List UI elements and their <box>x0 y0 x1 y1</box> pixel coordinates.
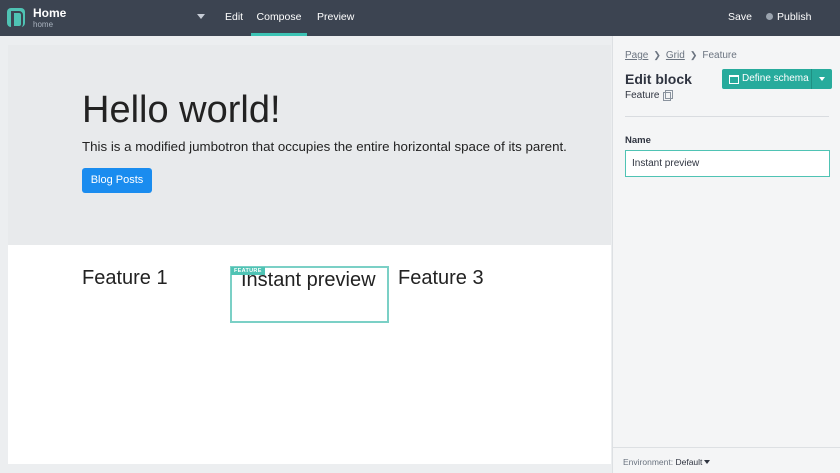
publish-label: Publish <box>777 11 812 23</box>
breadcrumb-page[interactable]: Page <box>625 50 648 61</box>
publish-button[interactable]: Publish <box>766 0 811 36</box>
page-canvas: Hello world! This is a modified jumbotro… <box>8 45 611 464</box>
define-schema-button[interactable]: Define schema <box>722 69 832 89</box>
breadcrumb: Page ❯ Grid ❯ Feature <box>625 50 737 61</box>
edit-panel: Page ❯ Grid ❯ Feature Edit block Feature Def… <box>612 36 840 473</box>
tab-preview[interactable]: Preview <box>317 0 354 36</box>
chevron-down-icon[interactable] <box>811 69 832 89</box>
hero-title[interactable]: Hello world! <box>82 89 281 132</box>
app-title: Home <box>33 6 67 20</box>
panel-footer: Environment: Default <box>613 447 840 473</box>
breadcrumb-grid[interactable]: Grid <box>666 50 685 61</box>
block-type: Feature <box>625 90 674 101</box>
top-bar: Home home Edit Compose Preview Save Publ… <box>0 0 840 36</box>
environment-label: Environment: <box>623 457 674 467</box>
name-field-label: Name <box>625 135 651 146</box>
feature-badge: FEATURE <box>231 267 265 275</box>
breadcrumb-feature: Feature <box>702 50 737 61</box>
caret-down-icon[interactable] <box>704 460 711 464</box>
chevron-right-icon: ❯ <box>689 50 698 60</box>
divider <box>625 116 829 117</box>
feature-block-3[interactable]: Feature 3 <box>398 267 484 290</box>
block-type-label: Feature <box>625 90 660 101</box>
panel-title: Edit block <box>625 71 692 87</box>
tab-edit[interactable]: Edit <box>225 0 243 36</box>
chevron-right-icon: ❯ <box>653 50 661 60</box>
app-subtitle: home <box>33 20 54 29</box>
define-schema-label: Define schema <box>742 73 809 84</box>
define-schema-main[interactable]: Define schema <box>722 69 811 89</box>
blog-posts-button[interactable]: Blog Posts <box>82 168 152 193</box>
feature-block-1[interactable]: Feature 1 <box>82 267 168 290</box>
chevron-down-icon[interactable] <box>197 14 205 19</box>
name-field[interactable] <box>625 150 830 177</box>
environment-value[interactable]: Default <box>675 457 702 467</box>
tab-compose[interactable]: Compose <box>251 0 307 36</box>
hero-text[interactable]: This is a modified jumbotron that occupi… <box>82 139 567 154</box>
jumbotron[interactable]: Hello world! This is a modified jumbotro… <box>8 45 611 245</box>
environment-selector[interactable]: Environment: Default <box>623 457 711 467</box>
copy-icon[interactable] <box>663 90 674 101</box>
calendar-icon <box>729 75 739 84</box>
bolt-logo-icon[interactable] <box>7 8 25 28</box>
status-dot-icon <box>766 13 773 20</box>
save-button[interactable]: Save <box>728 0 752 36</box>
